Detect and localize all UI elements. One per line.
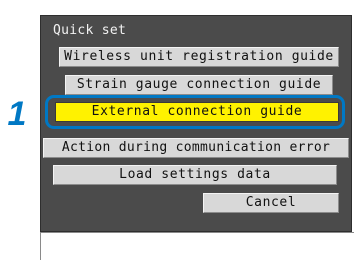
external-connection-guide-button[interactable]: External connection guide — [55, 102, 339, 122]
load-settings-data-button[interactable]: Load settings data — [53, 165, 337, 185]
quick-set-dialog: Quick set Wireless unit registration gui… — [40, 15, 352, 232]
screen-divider-line — [40, 232, 354, 233]
cancel-button[interactable]: Cancel — [203, 193, 339, 213]
wireless-unit-registration-guide-button[interactable]: Wireless unit registration guide — [59, 47, 339, 67]
step-number-label: 1 — [7, 95, 27, 133]
action-during-communication-error-button[interactable]: Action during communication error — [43, 138, 349, 158]
page: 1 Quick set Wireless unit registration g… — [0, 0, 354, 260]
strain-gauge-connection-guide-button[interactable]: Strain gauge connection guide — [65, 75, 333, 95]
dialog-title: Quick set — [53, 23, 127, 38]
screen-edge-line — [40, 232, 41, 260]
